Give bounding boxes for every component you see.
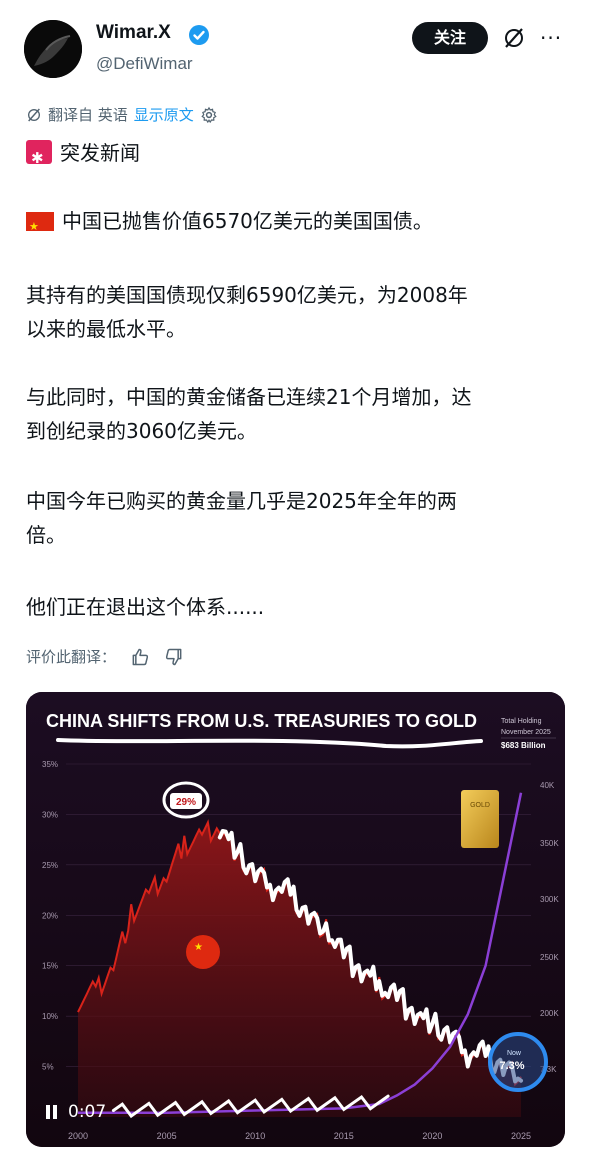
y-right-tick: 200K — [540, 1009, 559, 1018]
gold-bar-icon: GOLD — [461, 790, 499, 848]
china-flag-icon — [26, 210, 54, 244]
author-avatar[interactable] — [24, 20, 82, 78]
x-tick: 2015 — [334, 1131, 354, 1141]
follow-button[interactable]: 关注 — [412, 22, 488, 54]
x-tick: 2020 — [422, 1131, 442, 1141]
holdings-line-1: 其持有的美国国债现仅剩6590亿美元，为2008年 — [26, 283, 468, 307]
x-tick: 2005 — [157, 1131, 177, 1141]
y-left-tick: 15% — [42, 962, 58, 971]
thumbs-up-icon[interactable] — [130, 647, 150, 667]
post-line-exit: 他们正在退出这个体系...... — [26, 595, 265, 619]
purchase-line-1: 中国今年已购买的黄金量几乎是2025年全年的两 — [26, 489, 457, 513]
siren-icon — [26, 140, 52, 175]
chart-title: CHINA SHIFTS FROM U.S. TREASURIES TO GOL… — [46, 711, 477, 731]
end-annotation: Now 7.3% — [488, 1032, 548, 1092]
y-right-tick: 40K — [540, 781, 555, 790]
x-tick: 2025 — [511, 1131, 531, 1141]
post-line-breaking: 突发新闻 — [26, 136, 566, 175]
china-flag-marker: ★ — [186, 935, 220, 969]
show-original-link[interactable]: 显示原文 — [134, 104, 194, 125]
gold-line-1: 与此同时，中国的黄金储备已连续21个月增加，达 — [26, 385, 472, 409]
end-label: 7.3% — [499, 1060, 524, 1072]
legend-label-1: Total Holding — [501, 718, 542, 725]
video-controls: 0:07 — [46, 1102, 106, 1122]
end-label-top: Now — [507, 1050, 522, 1057]
post-paragraph-purchase: 中国今年已购买的黄金量几乎是2025年全年的两 倍。 — [26, 484, 566, 552]
rate-translation-label: 评价此翻译： — [26, 648, 117, 666]
video-player[interactable]: CHINA SHIFTS FROM U.S. TREASURIES TO GOL… — [26, 692, 565, 1147]
purchase-line-2: 倍。 — [26, 523, 66, 547]
translation-row: 翻译自 英语 显示原文 — [26, 104, 218, 125]
post-paragraph-holdings: 其持有的美国国债现仅剩6590亿美元，为2008年 以来的最低水平。 — [26, 278, 566, 346]
y-left-tick: 25% — [42, 861, 58, 870]
y-left-tick: 35% — [42, 760, 58, 769]
y-left-tick: 5% — [42, 1063, 54, 1072]
post-paragraph-gold: 与此同时，中国的黄金储备已连续21个月增加，达 到创纪录的3060亿美元。 — [26, 380, 566, 448]
thumbs-down-icon[interactable] — [164, 647, 184, 667]
peak-label: 29% — [176, 797, 196, 808]
y-right-tick: 250K — [540, 953, 559, 962]
author-handle[interactable]: @DefiWimar — [96, 54, 193, 74]
rate-translation-row: 评价此翻译： — [26, 646, 184, 667]
y-left-tick: 30% — [42, 810, 58, 819]
more-options-icon[interactable]: ··· — [540, 26, 562, 50]
gear-icon[interactable] — [200, 106, 218, 124]
x-tick: 2000 — [68, 1131, 88, 1141]
holdings-line-2: 以来的最低水平。 — [26, 317, 186, 341]
breaking-news-text: 突发新闻 — [60, 141, 140, 165]
svg-text:★: ★ — [194, 942, 203, 953]
gold-bar-label: GOLD — [470, 802, 490, 809]
video-time: 0:07 — [68, 1102, 107, 1122]
y-right-tick: 350K — [540, 839, 559, 848]
y-left-tick: 20% — [42, 911, 58, 920]
chart: CHINA SHIFTS FROM U.S. TREASURIES TO GOL… — [26, 692, 565, 1147]
verified-badge-icon — [188, 24, 210, 46]
pause-icon[interactable] — [46, 1105, 58, 1119]
legend-value: $683 Billion — [501, 741, 546, 750]
grok-icon — [28, 108, 40, 121]
author-name[interactable]: Wimar.X — [96, 22, 171, 44]
x-tick: 2010 — [245, 1131, 265, 1141]
y-left-tick: 10% — [42, 1012, 58, 1021]
grok-icon[interactable] — [502, 26, 526, 50]
legend-label-2: November 2025 — [501, 729, 551, 736]
gold-line-2: 到创纪录的3060亿美元。 — [26, 419, 257, 443]
translated-from-label: 翻译自 英语 — [48, 106, 128, 124]
y-right-tick: 300K — [540, 895, 559, 904]
post-line-sold: 中国已抛售价值6570亿美元的美国国债。 — [26, 204, 566, 244]
sold-text: 中国已抛售价值6570亿美元的美国国债。 — [62, 209, 433, 233]
